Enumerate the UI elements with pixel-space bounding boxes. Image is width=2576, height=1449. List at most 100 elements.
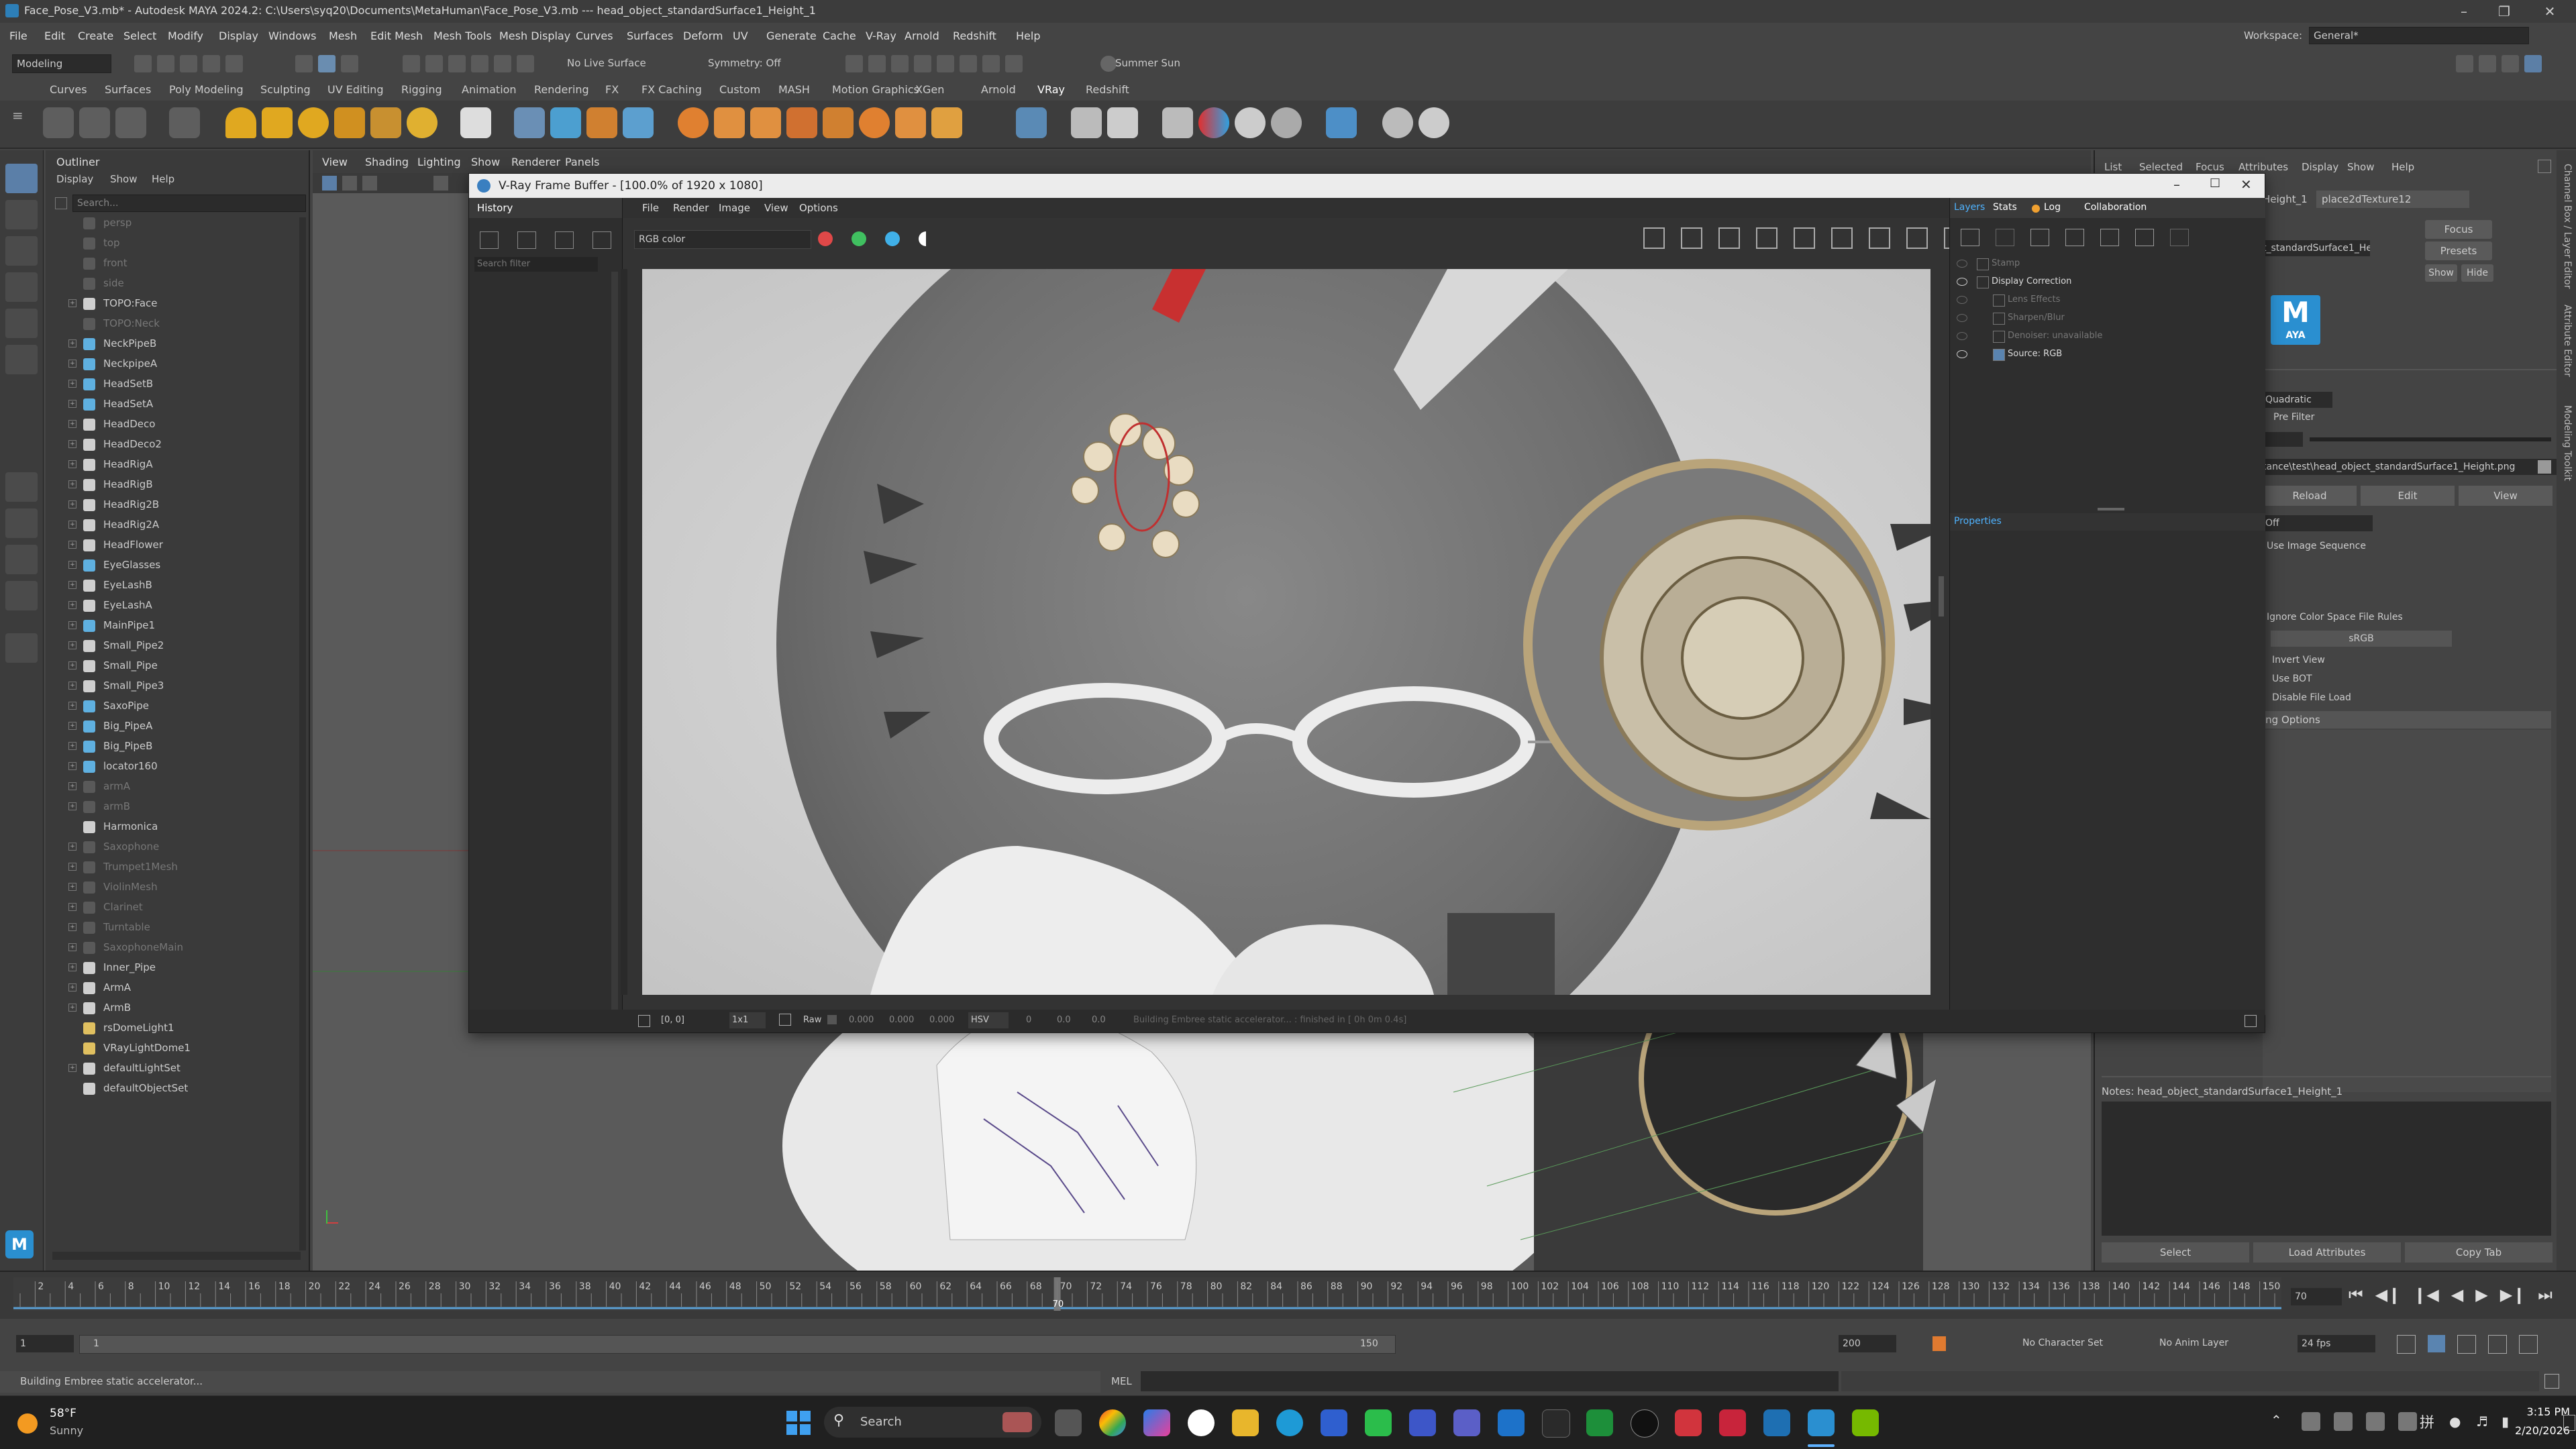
attr-menu-show[interactable]: Show [2347, 161, 2374, 173]
vray-gear-icon[interactable] [931, 107, 962, 138]
edit-button[interactable]: Edit [2361, 486, 2455, 506]
weather-desc[interactable]: Sunny [50, 1424, 83, 1437]
expand-icon[interactable]: + [68, 883, 76, 891]
live-surface-label[interactable]: No Live Surface [567, 57, 646, 69]
presets-button[interactable]: Presets [2425, 241, 2492, 260]
image-name-field[interactable]: tance\test\head_object_standardSurface1_… [2263, 459, 2558, 475]
notes-textarea[interactable] [2102, 1102, 2551, 1236]
outliner-item[interactable]: + EyeGlasses [46, 555, 301, 576]
tray-app-icon-4[interactable] [2398, 1412, 2417, 1431]
outliner-hscrollbar[interactable] [52, 1252, 301, 1260]
outliner-item[interactable]: Harmonica [46, 817, 301, 837]
outliner-item[interactable]: top [46, 233, 301, 254]
alpha-channel-icon[interactable] [919, 231, 933, 246]
expand-icon[interactable]: + [68, 843, 76, 851]
redo-layer-icon[interactable] [2170, 229, 2189, 246]
chatgpt-icon[interactable] [1188, 1409, 1215, 1436]
open-scene-icon[interactable] [157, 55, 174, 72]
pin-icon[interactable] [2538, 160, 2551, 173]
move-tool-icon[interactable] [5, 272, 38, 302]
vfb-layer-row[interactable]: Lens Effects [1950, 292, 2265, 309]
channel-box-toggle-icon[interactable] [2524, 55, 2542, 72]
expand-icon[interactable]: + [68, 1004, 76, 1012]
shelf-tab-fx[interactable]: FX [605, 83, 619, 96]
expand-icon[interactable]: + [68, 802, 76, 810]
attr-menu-help[interactable]: Help [2391, 161, 2414, 173]
camera-attributes-icon[interactable] [342, 176, 357, 191]
use-bot-checkbox[interactable]: Use BOT [2272, 674, 2312, 684]
outliner-item[interactable]: + HeadFlower [46, 535, 301, 555]
render-teapot-icon[interactable] [1869, 227, 1890, 249]
zoom-dropdown[interactable]: 1x1 [729, 1012, 766, 1028]
outliner-item[interactable]: side [46, 274, 301, 294]
outliner-item[interactable]: + Big_PipeA [46, 716, 301, 737]
outliner-layout-icon[interactable] [5, 545, 38, 574]
settings-icon[interactable] [2519, 1335, 2538, 1354]
outliner-item[interactable]: + Turntable [46, 918, 301, 938]
expand-icon[interactable]: + [68, 1064, 76, 1072]
outliner-menu-help[interactable]: Help [152, 173, 174, 185]
ipr-icon[interactable] [1831, 227, 1853, 249]
vray-vantage-icon[interactable] [1382, 107, 1413, 138]
persp-outliner-layout-icon[interactable] [5, 581, 38, 610]
vray-settings-shelf-icon[interactable] [169, 107, 200, 138]
outliner-item[interactable]: + MainPipe1 [46, 616, 301, 636]
outliner-item[interactable]: + SaxophoneMain [46, 938, 301, 958]
rotate-tool-icon[interactable] [5, 309, 38, 338]
script-editor-icon[interactable] [2544, 1374, 2559, 1389]
app-icon-1[interactable] [1498, 1409, 1525, 1436]
outliner-item[interactable]: + Inner_Pipe [46, 958, 301, 978]
menu-cache[interactable]: Cache [823, 30, 856, 42]
app-icon-2[interactable] [1542, 1409, 1570, 1438]
load-layers-icon[interactable] [2065, 229, 2084, 246]
pre-filter-radius-field[interactable] [2263, 432, 2303, 447]
log-tab[interactable]: Log [2044, 202, 2061, 213]
clock-time[interactable]: 3:15 PM [2510, 1405, 2570, 1418]
load-attributes-button[interactable]: Load Attributes [2253, 1242, 2401, 1263]
expand-icon[interactable]: + [68, 440, 76, 448]
layers-tab[interactable]: Layers [1954, 202, 1985, 213]
outliner-item[interactable]: + TOPO:Face [46, 294, 301, 314]
ipr-render-icon[interactable] [891, 55, 909, 72]
start-frame-field[interactable]: 1 [16, 1335, 74, 1352]
expand-icon[interactable]: + [68, 963, 76, 971]
delete-layer-icon[interactable] [1996, 229, 2014, 246]
vfb-layer-row[interactable]: Denoiser: unavailable [1950, 328, 2265, 345]
search-icon[interactable] [5, 633, 38, 663]
outliner-item[interactable]: + Small_Pipe3 [46, 676, 301, 696]
taskbar-search-box[interactable]: ⚲ Search [824, 1407, 1041, 1438]
visibility-eye-icon[interactable] [1957, 278, 1967, 286]
track-mouse-icon[interactable] [1794, 227, 1815, 249]
node-tab-place2d[interactable]: place2dTexture12 [2316, 191, 2469, 208]
outliner-item[interactable]: + Small_Pipe2 [46, 636, 301, 656]
color-picker-icon[interactable] [779, 1014, 791, 1026]
go-to-start-icon[interactable]: ⏮ [2349, 1285, 2363, 1304]
expand-icon[interactable]: + [68, 521, 76, 529]
menu-mesh-tools[interactable]: Mesh Tools [433, 30, 492, 42]
menu-file[interactable]: File [9, 30, 28, 42]
workspace-dropdown[interactable]: General* [2309, 27, 2529, 44]
weather-sun-icon[interactable] [17, 1413, 38, 1434]
expand-icon[interactable]: + [68, 541, 76, 549]
menu-v-ray[interactable]: V-Ray [866, 30, 896, 42]
app-icon-4[interactable] [1719, 1409, 1746, 1436]
vfb-layer-row[interactable]: Stamp [1950, 256, 2265, 273]
vray-palette-icon[interactable] [1271, 107, 1302, 138]
visibility-eye-icon[interactable] [1957, 332, 1967, 340]
expand-icon[interactable]: + [68, 360, 76, 368]
shelf-tab-poly-modeling[interactable]: Poly Modeling [169, 83, 244, 96]
snap-curve-icon[interactable] [425, 55, 443, 72]
outliner-item[interactable]: persp [46, 213, 301, 233]
filter-type-dropdown[interactable]: Quadratic [2263, 392, 2332, 408]
outliner-search-input[interactable]: Search... [72, 195, 306, 212]
cache-icon[interactable] [2428, 1335, 2445, 1352]
weather-temp[interactable]: 58°F [50, 1407, 76, 1420]
render-frame-icon[interactable] [845, 55, 863, 72]
minimize-icon[interactable]: – [2444, 1, 2484, 21]
vfb-menu-options[interactable]: Options [799, 202, 838, 214]
shelf-tab-xgen[interactable]: XGen [915, 83, 944, 96]
vfb-maximize-icon[interactable]: ☐ [2210, 176, 2220, 191]
attr-menu-selected[interactable]: Selected [2139, 161, 2183, 173]
shelf-tab-motion-graphics[interactable]: Motion Graphics [832, 83, 919, 96]
filter-icon[interactable] [55, 197, 67, 209]
